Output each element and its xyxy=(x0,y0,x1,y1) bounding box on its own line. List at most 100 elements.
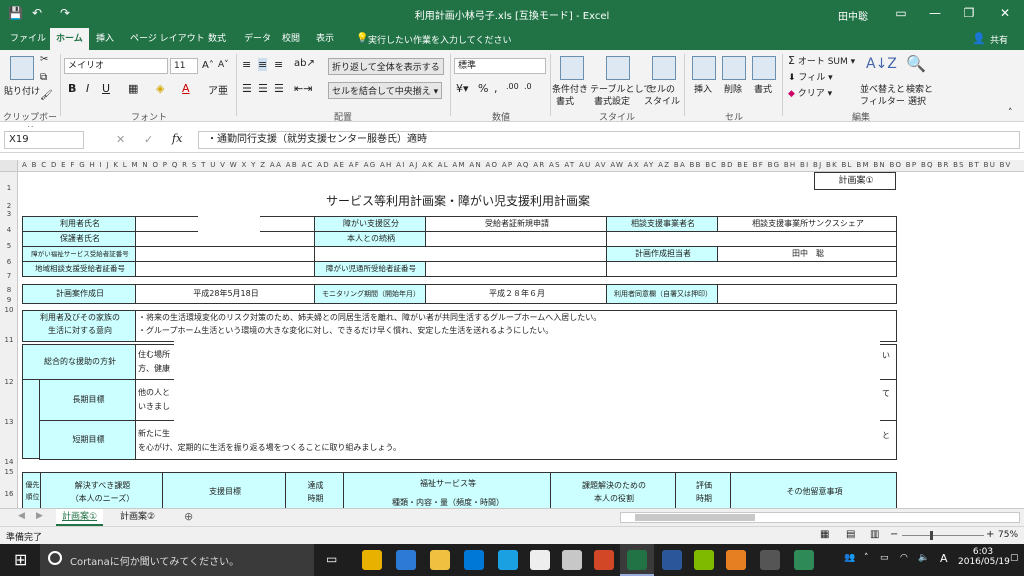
tab-view[interactable]: 表示 xyxy=(310,28,340,50)
clock[interactable]: 6:03 2016/05/19 xyxy=(958,547,1010,567)
app-icon[interactable] xyxy=(530,550,550,570)
page-break-view-icon[interactable]: ▥ xyxy=(870,529,879,540)
tab-insert[interactable]: 挿入 xyxy=(90,28,120,50)
scrollbar-thumb[interactable] xyxy=(635,514,755,521)
consent-value[interactable] xyxy=(717,284,897,304)
child-no-value[interactable] xyxy=(425,261,607,277)
clear-button[interactable]: ◆ クリア ▾ xyxy=(788,86,832,99)
zoom-slider[interactable] xyxy=(902,535,984,536)
tray-volume-icon[interactable]: 🔈 xyxy=(918,553,929,563)
shrink-font-icon[interactable]: A˅ xyxy=(218,60,229,70)
normal-view-icon[interactable]: ▦ xyxy=(820,529,829,540)
service-header[interactable]: 福祉サービス等 種類・内容・量（頻度・時間） xyxy=(343,472,551,508)
conditional-format-label2[interactable]: 書式 xyxy=(556,94,574,107)
format-table-label2[interactable]: 書式設定 xyxy=(594,94,630,107)
powerpoint-icon[interactable] xyxy=(594,550,614,570)
disability-value[interactable]: 受給者証新規申請 xyxy=(425,216,607,232)
app4-icon[interactable] xyxy=(726,550,746,570)
row-header[interactable]: 11 xyxy=(0,336,18,344)
tab-review[interactable]: 校閲 xyxy=(276,28,306,50)
row-header[interactable]: 13 xyxy=(0,418,18,426)
row-header[interactable]: 12 xyxy=(0,378,18,386)
consent-label[interactable]: 利用者同意欄（自署又は押印） xyxy=(606,284,718,304)
formula-input[interactable]: ・通勤同行支援（就労支援センター服巻氏）適時 xyxy=(198,131,1020,149)
tray-battery-icon[interactable]: ▭ xyxy=(880,553,889,563)
enter-icon[interactable]: ✓ xyxy=(144,133,153,146)
row-header[interactable]: 9 xyxy=(0,296,18,304)
office-label[interactable]: 相談支援事業者名 xyxy=(606,216,718,232)
align-top-icon[interactable]: ≡ xyxy=(242,58,251,71)
format-cells-label[interactable]: 書式 xyxy=(754,82,772,95)
insert-cells-icon[interactable] xyxy=(692,56,716,80)
row-header[interactable]: 2 xyxy=(0,202,18,210)
tray-wifi-icon[interactable]: ◠ xyxy=(900,553,908,563)
font-name-select[interactable]: メイリオ xyxy=(64,58,168,74)
collapse-ribbon-icon[interactable]: ˄ xyxy=(1008,108,1013,118)
grow-font-icon[interactable]: A˄ xyxy=(202,60,214,71)
align-middle-icon[interactable]: ≡ xyxy=(258,58,268,71)
zoom-in-icon[interactable]: + xyxy=(986,529,994,540)
decrease-decimal-icon[interactable]: .0 xyxy=(524,82,532,91)
sheet-title[interactable]: サービス等利用計画案・障がい児支援利用計画案 xyxy=(18,192,898,209)
date-label[interactable]: 計画案作成日 xyxy=(22,284,136,304)
app2-icon[interactable] xyxy=(562,550,582,570)
office-value[interactable]: 相談支援事業所サンクスシェア xyxy=(717,216,897,232)
copy-icon[interactable]: ⧉ xyxy=(40,72,47,83)
row-header[interactable]: 7 xyxy=(0,272,18,280)
sheet-tab[interactable]: 計画案② xyxy=(114,509,161,526)
prev-sheet-icon[interactable]: ◀ xyxy=(18,511,25,521)
fill-color-icon[interactable]: ◈ xyxy=(156,82,164,95)
find-select-icon[interactable]: 🔍 xyxy=(906,54,926,73)
next-sheet-icon[interactable]: ▶ xyxy=(36,511,43,521)
consult-no-label[interactable]: 地域相談支援受給者証番号 xyxy=(22,261,136,277)
add-sheet-icon[interactable]: ⊕ xyxy=(184,510,193,523)
worksheet[interactable]: 計画案① サービス等利用計画案・障がい児支援利用計画案 利用者氏名 障がい支援区… xyxy=(18,172,1024,508)
zoom-slider-handle[interactable] xyxy=(930,531,933,540)
row-header[interactable]: 1 xyxy=(0,184,18,192)
monitor-label[interactable]: モニタリング期間（開始年月） xyxy=(314,284,426,304)
increase-decimal-icon[interactable]: .00 xyxy=(506,82,519,91)
relation-value[interactable] xyxy=(425,231,607,247)
ime-indicator[interactable]: A xyxy=(940,552,948,565)
task-view-icon[interactable]: ▭ xyxy=(326,552,337,566)
insert-cells-label[interactable]: 挿入 xyxy=(694,82,712,95)
intent-label[interactable]: 利用者及びその家族の 生活に対する意向 xyxy=(22,310,136,342)
tab-home[interactable]: ホーム xyxy=(50,28,89,50)
edge-icon[interactable] xyxy=(396,550,416,570)
tab-page-layout[interactable]: ページ レイアウト xyxy=(124,28,211,50)
period-header[interactable]: 達成 時期 xyxy=(285,472,344,508)
app5-icon[interactable] xyxy=(760,550,780,570)
close-button[interactable]: ✕ xyxy=(988,0,1022,28)
minimize-button[interactable]: — xyxy=(918,0,952,28)
guardian-label[interactable]: 保護者氏名 xyxy=(22,231,136,247)
sheet-tab-active[interactable]: 計画案① xyxy=(56,509,104,526)
orientation-icon[interactable]: ab↗ xyxy=(294,58,315,69)
fill-button[interactable]: ⬇ フィル ▾ xyxy=(788,70,833,83)
share-button[interactable]: 共有 xyxy=(990,33,1008,46)
zoom-out-icon[interactable]: − xyxy=(890,529,898,540)
cell-styles-label2[interactable]: スタイル xyxy=(644,94,680,107)
zoom-level[interactable]: 75% xyxy=(998,530,1018,540)
mail-icon[interactable] xyxy=(498,550,518,570)
border-icon[interactable]: ▦ xyxy=(128,82,138,95)
tell-me-box[interactable]: 実行したい作業を入力してください xyxy=(368,33,511,46)
wrap-text-button[interactable]: 折り返して全体を表示する xyxy=(328,58,444,75)
excel-taskbar-button[interactable] xyxy=(620,544,654,576)
paste-label[interactable]: 貼り付け xyxy=(4,84,40,97)
welfare-no-label[interactable]: 障がい福祉サービス受給者証番号 xyxy=(22,246,136,262)
tab-formulas[interactable]: 数式 xyxy=(202,28,232,50)
welfare-no-value[interactable] xyxy=(135,246,315,262)
disability-label[interactable]: 障がい支援区分 xyxy=(314,216,426,232)
sort-filter-icon[interactable]: A↓Z xyxy=(866,56,897,72)
app3-icon[interactable] xyxy=(694,550,714,570)
planner-value[interactable]: 田中 聡 xyxy=(717,246,897,262)
number-format-select[interactable]: 標準 xyxy=(454,58,546,74)
cortana-search-box[interactable]: Cortanaに何か聞いてみてください。 xyxy=(40,544,314,576)
format-cells-icon[interactable] xyxy=(752,56,776,80)
merge-center-button[interactable]: セルを結合して中央揃え ▾ xyxy=(328,82,443,99)
autosum-button[interactable]: Σ オート SUM ▾ xyxy=(788,54,855,67)
row-header[interactable]: 16 xyxy=(0,490,18,498)
conditional-format-icon[interactable] xyxy=(560,56,584,80)
sort-filter-label2[interactable]: フィルター xyxy=(860,94,905,107)
long-term-label[interactable]: 長期目標 xyxy=(39,379,136,421)
